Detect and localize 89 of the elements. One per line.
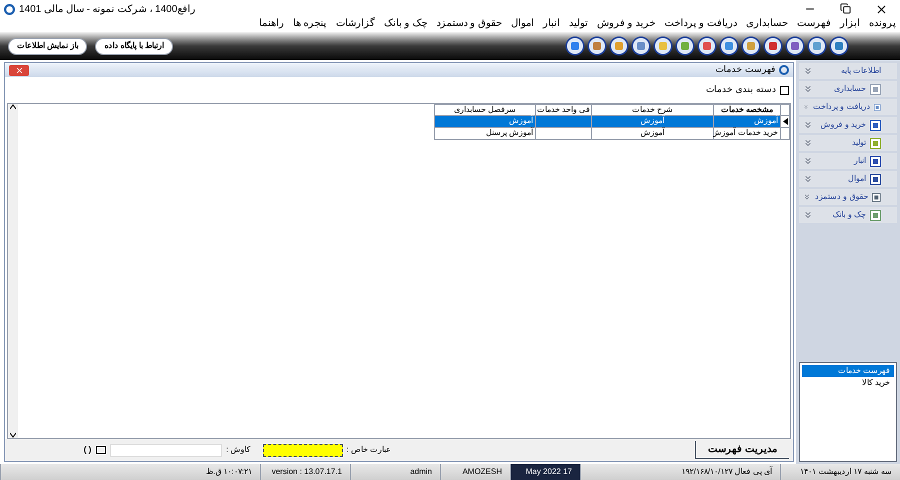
menu-item[interactable]: حقوق و دستمزد bbox=[436, 19, 502, 29]
window-list-item[interactable]: فهرست خدمات bbox=[802, 365, 894, 377]
sidebar-item[interactable]: چک و بانک bbox=[799, 207, 897, 223]
toolbar-button[interactable]: ارتباط با پایگاه داده bbox=[95, 38, 174, 54]
module-icon bbox=[870, 84, 881, 94]
brackets-icon[interactable] bbox=[83, 446, 92, 454]
sidebar-label: انبار bbox=[854, 155, 866, 167]
menu-item[interactable]: انبار bbox=[542, 19, 560, 29]
sidebar-item[interactable]: دریافت و پرداخت bbox=[799, 99, 897, 115]
menu-item[interactable]: راهنما bbox=[258, 19, 284, 29]
expand-icon[interactable] bbox=[803, 66, 813, 76]
field-label: کاوش : bbox=[226, 444, 251, 456]
table-cell bbox=[535, 128, 591, 140]
scroll-up-icon[interactable] bbox=[10, 104, 16, 110]
column-header[interactable]: شرح خدمات bbox=[591, 104, 713, 116]
scrollbar[interactable] bbox=[8, 104, 18, 438]
window-title: رافع1400 ، شرکت نمونه - سال مالی 1401 bbox=[18, 2, 196, 16]
toolbar-button[interactable]: باز نمایش اطلاعات bbox=[8, 38, 88, 54]
expand-icon[interactable] bbox=[803, 156, 813, 166]
sidebar-item[interactable]: انبار bbox=[799, 153, 897, 169]
sidebar-label: چک و بانک bbox=[832, 209, 866, 221]
menu-item[interactable]: خرید و فروش bbox=[596, 19, 656, 29]
keyboard-icon[interactable] bbox=[96, 446, 106, 454]
module-icon bbox=[870, 120, 881, 130]
expand-icon[interactable] bbox=[803, 174, 813, 184]
special-text-field[interactable] bbox=[262, 444, 343, 456]
restore-icon[interactable] bbox=[840, 2, 851, 14]
menu-item[interactable]: دریافت و پرداخت bbox=[664, 19, 737, 29]
expand-icon[interactable] bbox=[803, 192, 811, 202]
menu-item[interactable]: گزارشات bbox=[336, 19, 375, 29]
table-cell bbox=[535, 116, 591, 128]
close-icon[interactable] bbox=[875, 2, 888, 16]
menu-item[interactable]: چک و بانک bbox=[384, 19, 428, 29]
table-cell: آموزش bbox=[434, 116, 535, 128]
window-list-item[interactable]: خرید کالا bbox=[802, 377, 894, 389]
column-header[interactable]: فی واحد خدمات bbox=[535, 104, 591, 116]
module-icon bbox=[870, 210, 881, 220]
expand-icon[interactable] bbox=[803, 120, 813, 130]
app-icon bbox=[4, 4, 15, 14]
module-icon bbox=[870, 174, 881, 184]
sidebar-item[interactable]: تولید bbox=[799, 135, 897, 151]
expand-icon[interactable] bbox=[803, 138, 813, 148]
sidebar-label: اموال bbox=[848, 173, 866, 185]
table-cell: آموزش پرسنل bbox=[434, 128, 535, 140]
sidebar-item[interactable]: حسابداری bbox=[799, 81, 897, 97]
status-field: سه شنبه ۱۷ اردیبهشت ۱۴۰۱ bbox=[780, 464, 900, 480]
status-field: ۱۰:۰۷:۲۱ ق.ظ bbox=[0, 464, 260, 480]
sidebar-label: خرید و فروش bbox=[820, 119, 866, 131]
status-field: admin bbox=[350, 464, 440, 480]
sidebar-label: دریافت و پرداخت bbox=[812, 101, 870, 113]
expand-icon[interactable] bbox=[803, 210, 813, 220]
menu-item[interactable]: پرونده bbox=[869, 19, 896, 29]
status-field: version : 13.07.17.1 bbox=[260, 464, 350, 480]
sidebar-item[interactable]: خرید و فروش bbox=[799, 117, 897, 133]
module-icon bbox=[870, 138, 881, 148]
search-field[interactable] bbox=[110, 444, 222, 456]
checkbox-label: دسته بندی خدمات bbox=[706, 83, 776, 96]
app-icon bbox=[779, 65, 789, 75]
sidebar-item[interactable]: اموال bbox=[799, 171, 897, 187]
sidebar-label: حقوق و دستمزد bbox=[814, 191, 868, 203]
menu-item[interactable]: پنجره ها bbox=[292, 19, 327, 29]
sidebar-label: حسابداری bbox=[834, 83, 866, 95]
status-field: 17 May 2022 bbox=[510, 464, 580, 480]
menu-item[interactable]: تولید bbox=[568, 19, 588, 29]
sidebar-item[interactable]: حقوق و دستمزد bbox=[799, 189, 897, 205]
expand-icon[interactable] bbox=[803, 84, 813, 94]
sidebar-item[interactable]: اطلاعات پایه bbox=[799, 63, 897, 79]
child-window-title: فهرست خدمات bbox=[715, 63, 775, 76]
menu-item[interactable]: حسابداری bbox=[746, 19, 788, 29]
field-label: عبارت خاص : bbox=[346, 444, 392, 456]
menu-item[interactable]: ابزار bbox=[840, 19, 860, 29]
status-field: AMOZESH bbox=[440, 464, 510, 480]
scroll-down-icon[interactable] bbox=[10, 432, 16, 438]
menu-item[interactable]: اموال bbox=[510, 19, 534, 29]
table-cell: آموزش bbox=[591, 128, 713, 140]
row-pointer-icon bbox=[782, 118, 788, 125]
table-cell: آموزش bbox=[713, 116, 780, 128]
sidebar-label: اطلاعات پایه bbox=[840, 65, 881, 77]
menu-item[interactable]: فهرست bbox=[797, 19, 831, 29]
manage-list-button[interactable]: مدیریت فهرست bbox=[695, 441, 789, 459]
group-checkbox[interactable] bbox=[780, 86, 789, 94]
module-icon bbox=[874, 102, 881, 112]
table-cell: آموزش bbox=[591, 116, 713, 128]
column-header[interactable]: سرفصل حسابداری bbox=[434, 104, 535, 116]
close-icon bbox=[14, 66, 24, 74]
module-icon bbox=[870, 156, 881, 166]
sidebar-label: تولید bbox=[852, 137, 866, 149]
module-icon bbox=[872, 192, 881, 202]
close-button[interactable] bbox=[9, 64, 29, 76]
